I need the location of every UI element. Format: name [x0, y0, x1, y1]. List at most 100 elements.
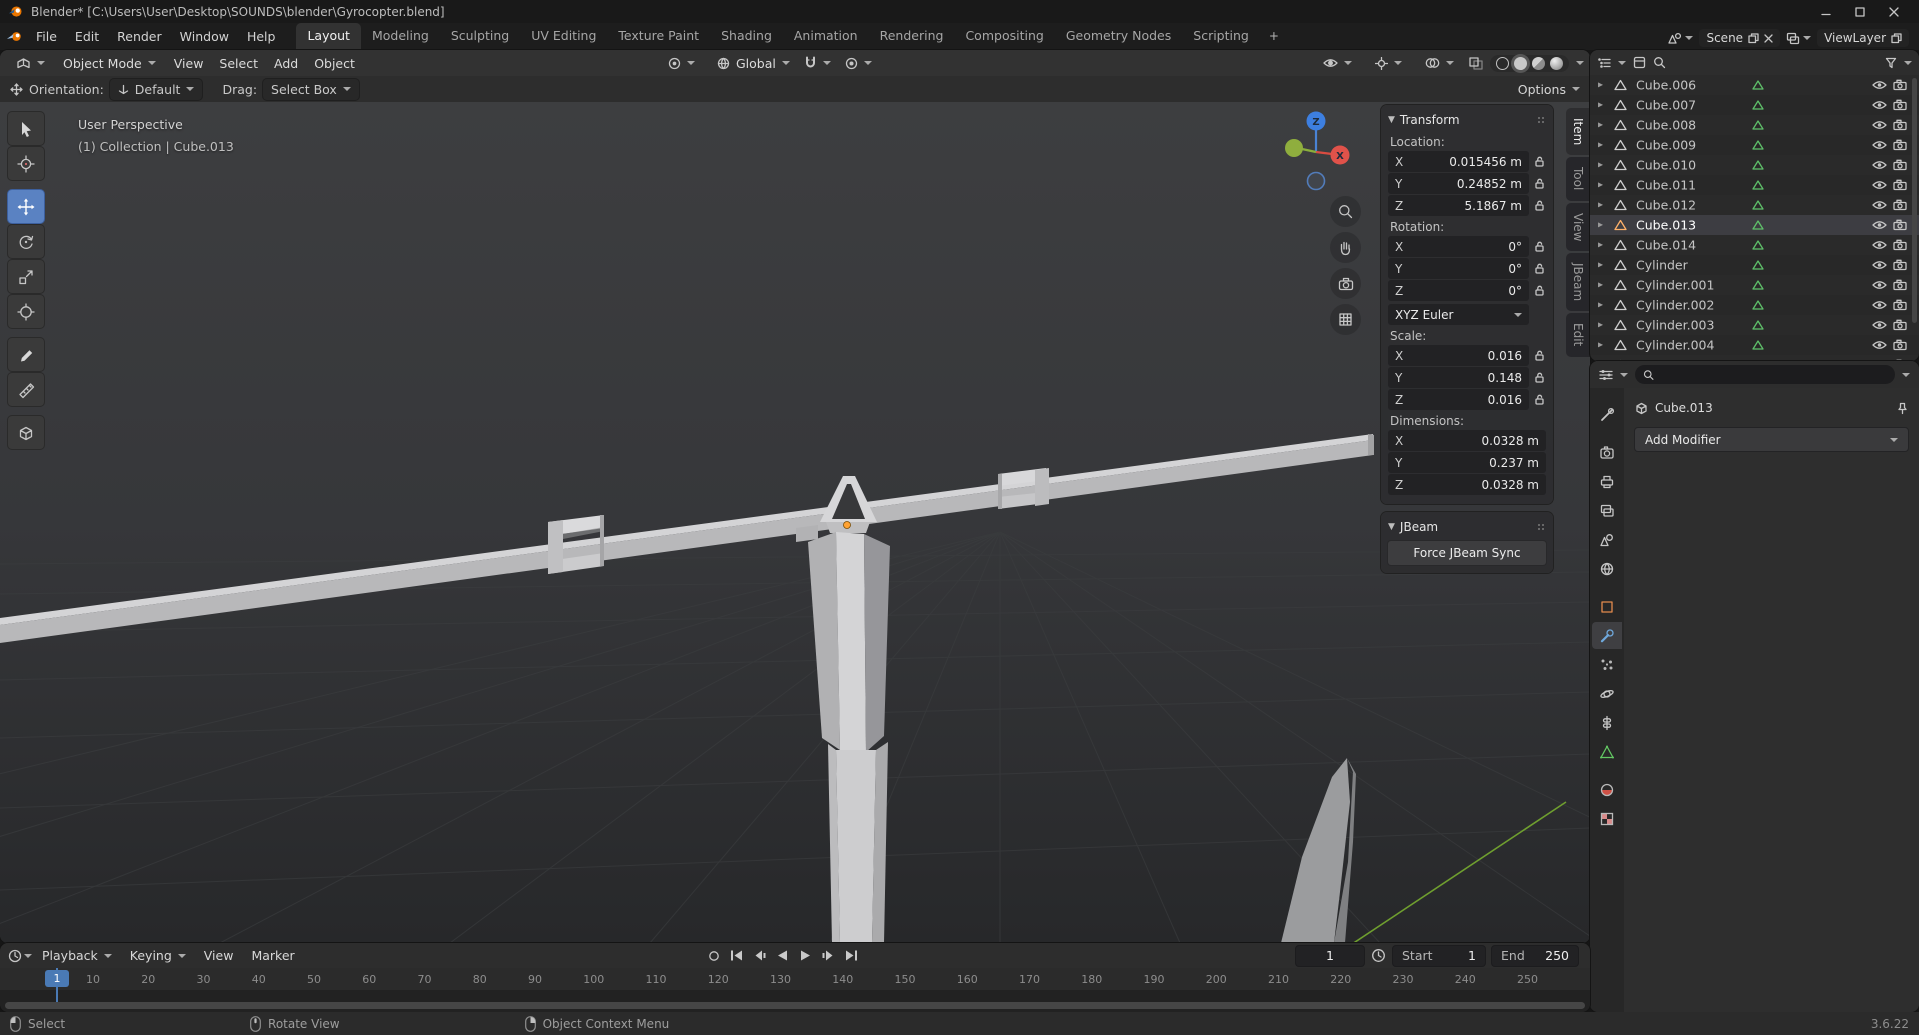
gizmo-negative-z-axis[interactable] [1306, 171, 1326, 191]
panel-grip-icon[interactable] [1536, 115, 1546, 125]
sidebar-tab[interactable]: Edit [1566, 313, 1590, 357]
disable-render-toggle-icon[interactable] [1893, 259, 1908, 271]
disable-render-toggle-icon[interactable] [1893, 199, 1908, 211]
play-button[interactable] [796, 947, 815, 965]
hide-viewport-toggle-icon[interactable] [1872, 340, 1887, 350]
topbar-menu[interactable]: Help [238, 24, 285, 50]
force-jbeam-sync-button[interactable]: Force JBeam Sync [1388, 541, 1546, 565]
object-visibility-dropdown[interactable] [1315, 55, 1360, 71]
previous-keyframe-button[interactable] [750, 947, 769, 965]
topbar-menu[interactable]: Edit [66, 24, 108, 50]
pan-hand-button[interactable] [1330, 232, 1361, 263]
lock-icon[interactable] [1533, 285, 1546, 296]
outliner-scrollbar[interactable] [1912, 78, 1917, 323]
disable-render-toggle-icon[interactable] [1893, 279, 1908, 291]
sidebar-tab[interactable]: View [1566, 202, 1590, 252]
hide-viewport-toggle-icon[interactable] [1872, 100, 1887, 110]
lock-icon[interactable] [1533, 394, 1546, 405]
timeline-scrollbar[interactable] [5, 1002, 1585, 1009]
options-dropdown[interactable]: Options [1518, 82, 1580, 97]
jump-to-start-button[interactable] [727, 947, 746, 965]
hide-viewport-toggle-icon[interactable] [1872, 180, 1887, 190]
filter-dropdown[interactable] [1904, 60, 1912, 65]
frame-end-field[interactable]: End 250 [1492, 945, 1578, 966]
disable-render-toggle-icon[interactable] [1893, 219, 1908, 231]
tab-world[interactable] [1592, 555, 1622, 582]
disable-render-toggle-icon[interactable] [1893, 339, 1908, 351]
filter-icon[interactable] [1885, 57, 1897, 69]
dimension-value-field[interactable]: X 0.0328 m [1388, 430, 1546, 451]
outliner-row[interactable]: ▸ Cylinder.001 [1590, 275, 1919, 295]
editor-type-dropdown[interactable] [1618, 60, 1626, 65]
expand-caret-icon[interactable]: ▸ [1598, 260, 1603, 271]
timeline-marker-menu[interactable]: Marker [243, 945, 302, 966]
tab-particles[interactable] [1592, 651, 1622, 678]
orthographic-toggle-button[interactable] [1330, 304, 1361, 335]
lock-icon[interactable] [1533, 263, 1546, 274]
tab-tool[interactable] [1592, 401, 1622, 428]
dimension-value-field[interactable]: Y 0.237 m [1388, 452, 1546, 473]
expand-caret-icon[interactable]: ▸ [1598, 220, 1603, 231]
expand-caret-icon[interactable]: ▸ [1598, 240, 1603, 251]
lock-icon[interactable] [1533, 372, 1546, 383]
xray-toggle[interactable] [1469, 56, 1483, 70]
orientation-setting-dropdown[interactable]: Default [109, 78, 203, 100]
disable-render-toggle-icon[interactable] [1893, 179, 1908, 191]
outliner-row[interactable]: ▸ Cube.014 [1590, 235, 1919, 255]
auto-keying-button[interactable] [704, 947, 723, 965]
outliner-row[interactable]: ▸ Cube.010 [1590, 155, 1919, 175]
scene-selector[interactable]: Scene [1699, 29, 1781, 47]
jump-to-end-button[interactable] [842, 947, 861, 965]
hide-viewport-toggle-icon[interactable] [1872, 120, 1887, 130]
workspace-tab[interactable]: Animation [783, 23, 869, 50]
transform-orientation-dropdown[interactable]: Global [709, 53, 798, 74]
disable-render-toggle-icon[interactable] [1893, 139, 1908, 151]
expand-caret-icon[interactable]: ▸ [1598, 340, 1603, 351]
hide-viewport-toggle-icon[interactable] [1872, 140, 1887, 150]
expand-caret-icon[interactable]: ▸ [1598, 80, 1603, 91]
shading-rendered-button[interactable] [1550, 56, 1563, 70]
tool-cursor-button[interactable] [8, 147, 44, 180]
viewport-menu[interactable]: Select [211, 53, 266, 74]
workspace-tab[interactable]: Shading [710, 23, 783, 50]
tab-physics[interactable] [1592, 680, 1622, 707]
search-icon[interactable] [1653, 56, 1666, 69]
navigation-gizmo[interactable]: Z X [1272, 108, 1360, 196]
gizmo-y-axis[interactable] [1285, 139, 1303, 157]
scale-value-field[interactable]: Y 0.148 [1388, 367, 1529, 388]
rotation-value-field[interactable]: Z 0° [1388, 280, 1529, 301]
outliner-row[interactable]: ▸ Cube.009 [1590, 135, 1919, 155]
expand-caret-icon[interactable]: ▸ [1598, 180, 1603, 191]
lock-icon[interactable] [1533, 178, 1546, 189]
tab-modifiers[interactable] [1592, 622, 1622, 649]
sidebar-tab[interactable]: JBeam [1566, 253, 1590, 312]
disable-render-toggle-icon[interactable] [1893, 119, 1908, 131]
viewport-menu[interactable]: View [166, 53, 212, 74]
viewport-menu[interactable]: Add [266, 53, 306, 74]
workspace-tab[interactable]: Rendering [869, 23, 955, 50]
tool-rotate-button[interactable] [8, 225, 44, 258]
disable-render-toggle-icon[interactable] [1893, 99, 1908, 111]
tab-output[interactable] [1592, 468, 1622, 495]
tab-render[interactable] [1592, 439, 1622, 466]
workspace-tab[interactable]: Geometry Nodes [1055, 23, 1182, 50]
mode-dropdown[interactable]: Object Mode [55, 53, 164, 74]
expand-caret-icon[interactable]: ▸ [1598, 160, 1603, 171]
outliner-row[interactable]: ▸ Cube.007 [1590, 95, 1919, 115]
rotation-value-field[interactable]: X 0° [1388, 236, 1529, 257]
zoom-button[interactable] [1330, 196, 1361, 227]
tab-object[interactable] [1592, 593, 1622, 620]
rotation-mode-dropdown[interactable]: XYZ Euler [1388, 304, 1529, 325]
next-keyframe-button[interactable] [819, 947, 838, 965]
topbar-menu[interactable]: File [27, 24, 66, 50]
topbar-menu[interactable]: Window [171, 24, 238, 50]
outliner-row[interactable]: ▸ Cube.011 [1590, 175, 1919, 195]
hide-viewport-toggle-icon[interactable] [1872, 260, 1887, 270]
editor-type-dropdown[interactable] [1620, 372, 1628, 377]
proportional-edit-dropdown[interactable] [837, 54, 880, 73]
outliner-row[interactable]: ▸ Cylinder.002 [1590, 295, 1919, 315]
minimize-button[interactable] [1809, 0, 1843, 23]
lock-icon[interactable] [1533, 350, 1546, 361]
lock-icon[interactable] [1533, 200, 1546, 211]
expand-caret-icon[interactable]: ▸ [1598, 100, 1603, 111]
